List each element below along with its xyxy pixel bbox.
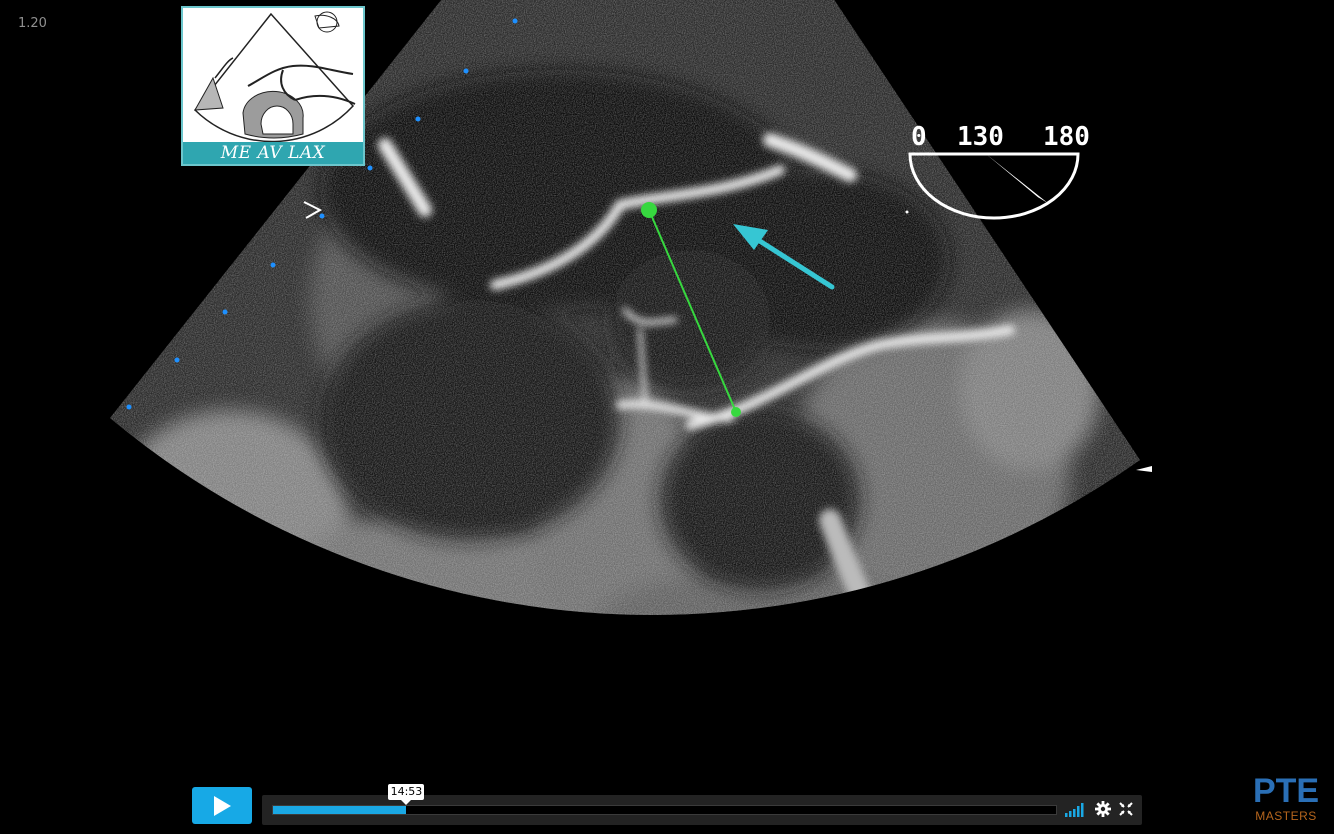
progress-track[interactable]: 14:53 — [272, 784, 1057, 815]
frame-rate-label: 1.20 — [18, 16, 47, 31]
volume-bars-icon[interactable] — [1065, 801, 1087, 817]
progress-fill — [273, 806, 407, 814]
edge-marker-icon — [1136, 466, 1152, 472]
measurement-start-point — [641, 202, 657, 218]
play-button[interactable] — [192, 787, 252, 824]
fullscreen-icon[interactable] — [1119, 802, 1133, 816]
brand-mark-text: PTE — [1253, 772, 1319, 808]
view-diagram-card: ME AV LAX — [181, 6, 365, 166]
play-icon — [214, 795, 231, 816]
pte-logo-icon: PTE — [1253, 772, 1319, 808]
measurement-end-point — [731, 407, 741, 417]
control-bar: 14:53 — [262, 784, 1142, 825]
view-caption: ME AV LAX — [183, 142, 363, 164]
omniplane-angle-indicator: 0 130 180 — [905, 122, 1115, 232]
view-diagram-icon — [193, 11, 356, 143]
angle-gauge-icon — [908, 152, 1080, 220]
brand-logo: PTE MASTERS — [1250, 772, 1322, 824]
time-tooltip: 14:53 — [388, 784, 425, 805]
video-player-controls: 14:53 — [192, 784, 1142, 826]
gear-icon[interactable] — [1095, 801, 1111, 817]
echo-viewer: 1.20 ME AV LAX 0 130 180 14:53 PTE MASTE… — [0, 0, 1334, 834]
brand-text: MASTERS — [1255, 809, 1317, 823]
